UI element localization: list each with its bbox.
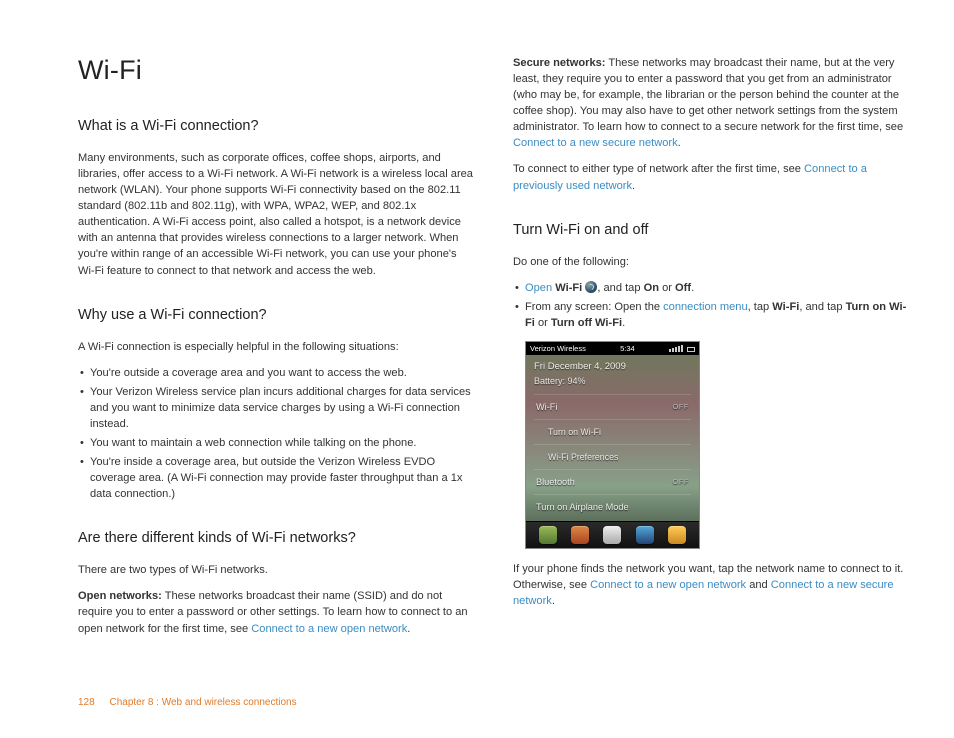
phone-row-wifi-pref[interactable]: Wi-Fi Preferences: [534, 444, 691, 469]
para-either: To connect to either type of network aft…: [513, 161, 908, 193]
heading-kinds: Are there different kinds of Wi-Fi netwo…: [78, 530, 473, 546]
turn-list: Open Wi-Fi , and tap On or Off. From any…: [513, 280, 908, 331]
dock-contacts-icon[interactable]: [571, 526, 589, 544]
text: or: [535, 317, 551, 329]
heading-why: Why use a Wi-Fi connection?: [78, 307, 473, 323]
para-what: Many environments, such as corporate off…: [78, 150, 473, 279]
phone-row-state: OFF: [673, 402, 690, 411]
dock-phone-icon[interactable]: [539, 526, 557, 544]
label-turn-off-wifi: Turn off Wi-Fi: [551, 317, 622, 329]
link-open[interactable]: Open: [525, 282, 552, 294]
signal-icon: [669, 345, 695, 352]
dock-email-icon[interactable]: [603, 526, 621, 544]
para-after: If your phone finds the network you want…: [513, 561, 908, 609]
link-connect-open[interactable]: Connect to a new open network: [251, 623, 407, 635]
page-number: 128: [78, 697, 95, 708]
phone-row-label: Wi-Fi Preferences: [548, 452, 618, 462]
para-open-networks: Open networks: These networks broadcast …: [78, 588, 473, 636]
text: and: [746, 579, 771, 591]
heading-turn: Turn Wi-Fi on and off: [513, 222, 908, 238]
dock-calendar-icon[interactable]: [636, 526, 654, 544]
phone-battery: Battery: 94%: [534, 376, 691, 386]
phone-row-turn-on-wifi[interactable]: Turn on Wi-Fi: [534, 419, 691, 444]
label-wifi: Wi-Fi: [772, 301, 799, 313]
text: .: [622, 317, 625, 329]
phone-time: 5:34: [620, 344, 635, 353]
label-open-networks: Open networks:: [78, 590, 162, 602]
label-wifi: Wi-Fi: [555, 282, 582, 294]
para-why: A Wi-Fi connection is especially helpful…: [78, 339, 473, 355]
label-on: On: [644, 282, 659, 294]
phone-dock: [526, 521, 699, 548]
label-secure-networks: Secure networks:: [513, 57, 605, 69]
text: .: [632, 180, 635, 192]
page-footer: 128 Chapter 8 : Web and wireless connect…: [78, 697, 297, 708]
text: or: [659, 282, 675, 294]
why-list: You're outside a coverage area and you w…: [78, 365, 473, 503]
phone-date: Fri December 4, 2009: [534, 361, 691, 372]
link-connect-open-2[interactable]: Connect to a new open network: [590, 579, 746, 591]
text: .: [407, 623, 410, 635]
list-item: You're outside a coverage area and you w…: [78, 365, 473, 381]
heading-what: What is a Wi-Fi connection?: [78, 118, 473, 134]
list-item: You're inside a coverage area, but outsi…: [78, 454, 473, 502]
list-item: Open Wi-Fi , and tap On or Off.: [513, 280, 908, 296]
dock-launcher-icon[interactable]: [668, 526, 686, 544]
phone-row-label: Bluetooth: [536, 477, 575, 487]
phone-row-label: Turn on Airplane Mode: [536, 502, 629, 512]
phone-carrier: Verizon Wireless: [530, 344, 586, 353]
phone-row-label: Wi-Fi: [536, 402, 557, 412]
phone-row-airplane[interactable]: Turn on Airplane Mode: [534, 494, 691, 519]
para-do-one: Do one of the following:: [513, 254, 908, 270]
chapter-label: Chapter 8 : Web and wireless connections: [109, 697, 296, 708]
para-secure-networks: Secure networks: These networks may broa…: [513, 55, 908, 151]
phone-status-bar: Verizon Wireless 5:34: [526, 342, 699, 355]
phone-screenshot: Verizon Wireless 5:34 Fri December 4, 20…: [525, 341, 700, 549]
wifi-app-icon: [585, 281, 597, 293]
list-item: Your Verizon Wireless service plan incur…: [78, 384, 473, 432]
link-connect-secure[interactable]: Connect to a new secure network: [513, 137, 678, 149]
text: From any screen: Open the: [525, 301, 663, 313]
para-kinds: There are two types of Wi-Fi networks.: [78, 562, 473, 578]
page-title: Wi-Fi: [78, 55, 473, 86]
link-connection-menu[interactable]: connection menu: [663, 301, 748, 313]
text: , and tap: [597, 282, 643, 294]
phone-row-wifi[interactable]: Wi-Fi OFF: [534, 394, 691, 419]
list-item: From any screen: Open the connection men…: [513, 299, 908, 331]
text: , and tap: [799, 301, 845, 313]
text: .: [678, 137, 681, 149]
phone-row-label: Turn on Wi-Fi: [548, 427, 601, 437]
label-off: Off: [675, 282, 691, 294]
text: .: [691, 282, 694, 294]
text: , tap: [748, 301, 773, 313]
phone-row-bluetooth[interactable]: Bluetooth OFF: [534, 469, 691, 494]
text: .: [552, 595, 555, 607]
list-item: You want to maintain a web connection wh…: [78, 435, 473, 451]
text: To connect to either type of network aft…: [513, 163, 804, 175]
phone-row-state: OFF: [673, 477, 690, 486]
